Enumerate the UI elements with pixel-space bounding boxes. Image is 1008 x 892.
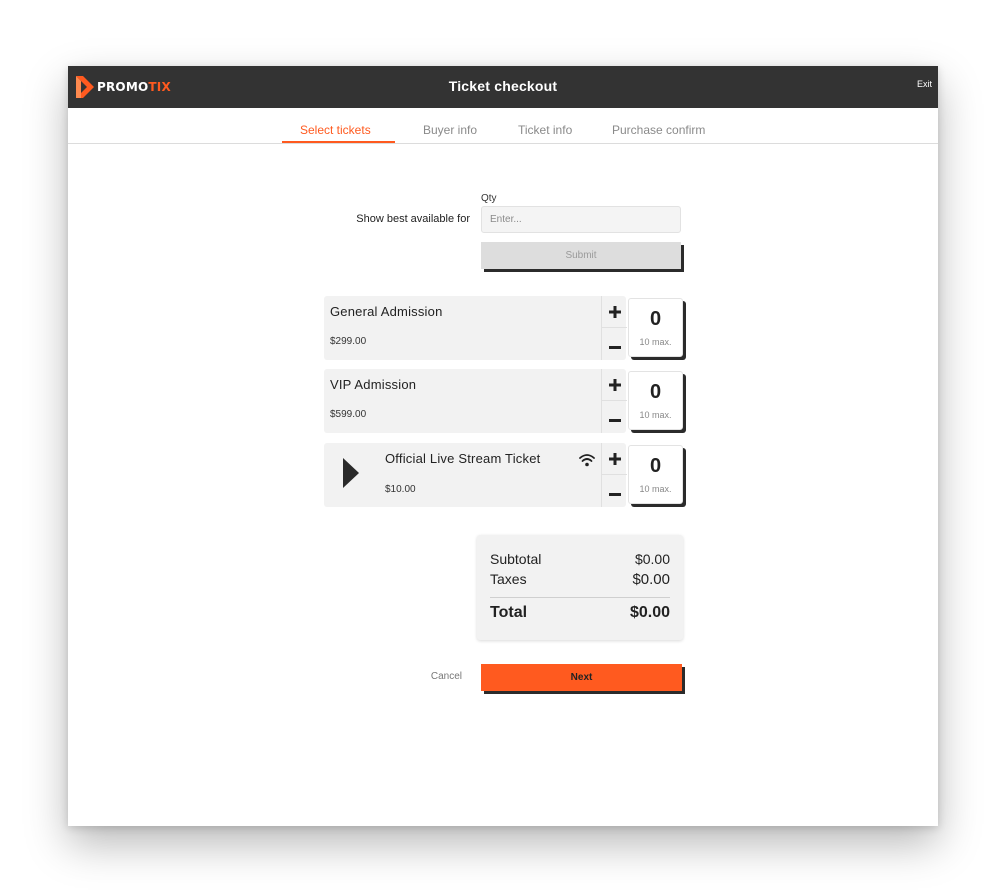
minus-icon[interactable] xyxy=(602,328,627,359)
next-button[interactable]: Next xyxy=(481,664,682,691)
quantity-stepper xyxy=(601,296,627,360)
minus-icon[interactable] xyxy=(602,475,627,506)
subtotal-label: Subtotal xyxy=(490,551,542,567)
total-label: Total xyxy=(490,604,528,621)
plus-icon[interactable] xyxy=(602,296,627,328)
subtotal-value: $0.00 xyxy=(634,551,670,567)
cancel-button[interactable]: Cancel xyxy=(398,671,462,682)
quantity-stepper xyxy=(601,443,627,507)
active-step-indicator xyxy=(282,141,395,143)
tab-ticket-info[interactable]: Ticket info xyxy=(518,123,572,137)
tab-purchase-confirm[interactable]: Purchase confirm xyxy=(612,123,705,137)
ticket-row-live-stream: Official Live Stream Ticket $10.00 0 10 … xyxy=(324,443,683,507)
order-totals: Subtotal $0.00 Taxes $0.00 Total $0.00 xyxy=(477,535,683,640)
quantity-value: 0 xyxy=(649,381,662,403)
checkout-window: PROMOTIX Ticket checkout Exit Select tic… xyxy=(68,66,938,826)
page-title: Ticket checkout xyxy=(448,78,558,94)
ticket-row-vip-admission: VIP Admission $599.00 0 10 max. xyxy=(324,369,683,433)
top-bar: PROMOTIX Ticket checkout Exit xyxy=(68,66,938,108)
taxes-value: $0.00 xyxy=(632,571,670,588)
tab-select-tickets[interactable]: Select tickets xyxy=(300,123,371,137)
ticket-name: VIP Admission xyxy=(330,377,417,392)
submit-button[interactable]: Submit xyxy=(481,242,681,269)
qty-label: Qty xyxy=(481,193,497,204)
ticket-price: $599.00 xyxy=(330,409,367,420)
quantity-stepper xyxy=(601,369,627,433)
exit-link[interactable]: Exit xyxy=(917,79,932,89)
quantity-count: 0 10 max. xyxy=(628,298,683,357)
total-value: $0.00 xyxy=(629,604,670,621)
ticket-name: General Admission xyxy=(330,304,443,319)
quantity-count: 0 10 max. xyxy=(628,445,683,504)
tab-buyer-info[interactable]: Buyer info xyxy=(423,123,477,137)
plus-icon[interactable] xyxy=(602,369,627,401)
quantity-max: 10 max. xyxy=(639,484,672,494)
checkout-steps: Select tickets Buyer info Ticket info Pu… xyxy=(68,108,938,144)
plus-icon[interactable] xyxy=(602,443,627,475)
quantity-value: 0 xyxy=(649,455,662,477)
taxes-label: Taxes xyxy=(490,571,527,587)
quantity-max: 10 max. xyxy=(639,410,672,420)
play-icon[interactable] xyxy=(343,458,359,488)
ticket-price: $299.00 xyxy=(330,336,367,347)
minus-icon[interactable] xyxy=(602,401,627,432)
totals-divider xyxy=(490,597,670,598)
ticket-row-general-admission: General Admission $299.00 0 10 max. xyxy=(324,296,683,360)
quantity-count: 0 10 max. xyxy=(628,371,683,430)
wifi-icon xyxy=(579,454,595,467)
best-available-label: Show best available for xyxy=(356,213,470,225)
ticket-name: Official Live Stream Ticket xyxy=(385,451,541,466)
quantity-value: 0 xyxy=(649,308,662,330)
quantity-max: 10 max. xyxy=(639,337,672,347)
qty-input[interactable] xyxy=(481,206,681,233)
ticket-price: $10.00 xyxy=(385,484,416,495)
